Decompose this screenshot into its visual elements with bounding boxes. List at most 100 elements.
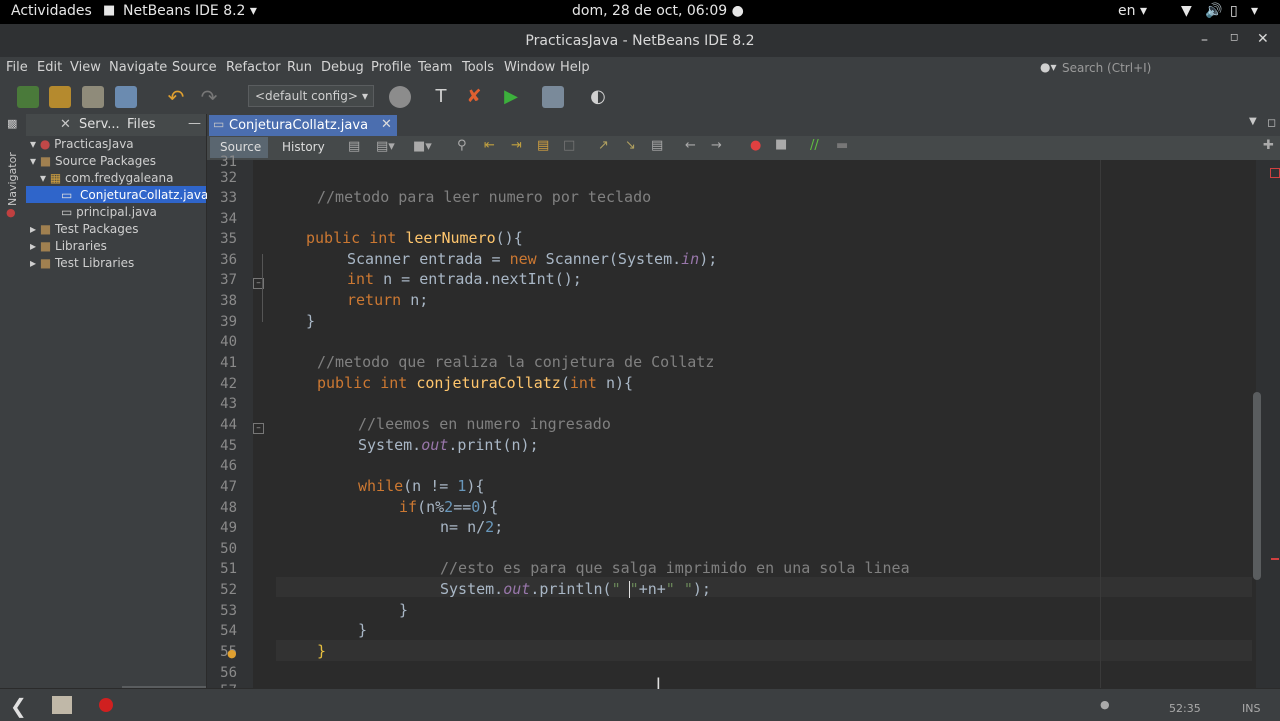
code-line-52[interactable]: System.out.println(" "+n+" ");	[440, 580, 711, 598]
find-next-icon[interactable]: ⇥	[511, 138, 522, 153]
search-input[interactable]: Search (Ctrl+I)	[1062, 61, 1151, 75]
code-line-49[interactable]: n= n/2;	[440, 518, 503, 536]
system-menu-chevron-icon[interactable]: ▾	[1251, 3, 1258, 19]
maximize-icon[interactable]: ◻	[1230, 32, 1238, 43]
code-line-41[interactable]: //metodo que realiza la conjetura de Col…	[317, 353, 714, 371]
app-menu-button[interactable]: NetBeans IDE 8.2 ▾	[123, 3, 257, 19]
next-bookmark-icon[interactable]: ↘	[625, 138, 636, 153]
toggle-rect-selection-icon[interactable]: □	[563, 138, 575, 153]
back-arrow-icon[interactable]: ❮	[10, 694, 27, 718]
restore-window-icon[interactable]: ▩	[7, 117, 17, 130]
activities-button[interactable]: Actividades	[11, 3, 92, 19]
code-line-35[interactable]: public int leerNumero(){	[306, 229, 523, 247]
close-panel-icon[interactable]: ✕	[60, 117, 71, 132]
tree-node-libraries[interactable]: ▸ ■ Libraries	[30, 239, 107, 253]
tree-node-source-packages[interactable]: ▾ ■ Source Packages	[30, 154, 156, 168]
tree-node-project[interactable]: ▾ ● PracticasJava	[30, 137, 134, 151]
volume-icon[interactable]: 🔊	[1205, 3, 1222, 19]
clean-build-icon[interactable]: ✘	[463, 86, 485, 108]
menu-refactor[interactable]: Refactor	[226, 60, 281, 75]
menu-source[interactable]: Source	[172, 60, 217, 75]
save-all-icon[interactable]	[115, 86, 137, 108]
menu-tools[interactable]: Tools	[462, 60, 494, 75]
code-line-53[interactable]: }	[399, 601, 408, 619]
close-window-icon[interactable]: ✕	[1257, 31, 1269, 47]
toggle-highlight-icon[interactable]: ▤	[537, 138, 549, 153]
stop-macro-icon[interactable]: ■	[775, 137, 787, 152]
find-icon[interactable]: ⚲	[457, 138, 467, 153]
menu-team[interactable]: Team	[418, 60, 452, 75]
open-project-icon[interactable]	[82, 86, 104, 108]
vertical-scrollbar[interactable]	[1253, 392, 1261, 580]
recording-icon[interactable]	[99, 698, 113, 712]
code-line-36[interactable]: Scanner entrada = new Scanner(System.in)…	[347, 250, 717, 268]
toggle-bookmark-icon[interactable]: ▤	[651, 138, 663, 153]
shift-left-icon[interactable]: ←	[685, 138, 696, 153]
minimize-panel-icon[interactable]: —	[188, 116, 201, 131]
code-line-47[interactable]: while(n != 1){	[358, 477, 484, 495]
build-hammer-icon[interactable]: T	[430, 86, 452, 108]
wifi-icon[interactable]: ▼	[1181, 3, 1192, 19]
run-icon[interactable]: ▶	[500, 86, 522, 108]
fold-collapse-icon[interactable]: –	[253, 423, 264, 434]
minimize-icon[interactable]: –	[1201, 32, 1208, 48]
code-line-37[interactable]: int n = entrada.nextInt();	[347, 270, 582, 288]
tree-node-test-packages[interactable]: ▸ ■ Test Packages	[30, 222, 138, 236]
notifications-icon[interactable]: ●	[1100, 698, 1110, 711]
hint-bulb-icon[interactable]: ●	[227, 647, 237, 660]
redo-icon[interactable]: ↷	[198, 86, 220, 108]
error-marker[interactable]	[1271, 558, 1279, 560]
menu-run[interactable]: Run	[287, 60, 312, 75]
code-line-55[interactable]: }	[317, 642, 326, 660]
forward-icon[interactable]: ■▾	[413, 139, 432, 154]
history-mode-button[interactable]: History	[282, 140, 325, 154]
editor-tab-active[interactable]: ▭ ConjeturaCollatz.java ✕	[209, 115, 397, 136]
battery-icon[interactable]: ▯	[1230, 3, 1238, 19]
comment-icon[interactable]: //	[810, 138, 819, 153]
services-tab[interactable]: Serv...	[79, 117, 120, 132]
code-line-39[interactable]: }	[306, 312, 315, 330]
code-line-42[interactable]: public int conjeturaCollatz(int n){	[317, 374, 633, 392]
last-edit-icon[interactable]: ▤	[348, 139, 360, 154]
code-line-33[interactable]: //metodo para leer numero por teclado	[317, 188, 651, 206]
menu-window[interactable]: Window	[504, 60, 555, 75]
configuration-select[interactable]: <default config> ▾	[248, 85, 374, 107]
menu-profile[interactable]: Profile	[371, 60, 411, 75]
navigator-tab[interactable]: Navigator	[6, 152, 19, 206]
uncomment-icon[interactable]: ▬	[836, 138, 848, 153]
code-line-44[interactable]: //leemos en numero ingresado	[358, 415, 611, 433]
new-project-icon[interactable]	[49, 86, 71, 108]
split-editor-icon[interactable]: ✚	[1263, 138, 1274, 153]
undo-icon[interactable]: ↶	[165, 86, 187, 108]
tree-node-test-libraries[interactable]: ▸ ■ Test Libraries	[30, 256, 134, 270]
menu-file[interactable]: File	[6, 60, 28, 75]
start-macro-icon[interactable]: ●	[750, 138, 761, 153]
menu-navigate[interactable]: Navigate	[109, 60, 167, 75]
code-line-54[interactable]: }	[358, 621, 367, 639]
menu-help[interactable]: Help	[560, 60, 590, 75]
new-file-icon[interactable]	[17, 86, 39, 108]
code-line-45[interactable]: System.out.print(n);	[358, 436, 539, 454]
tab-list-chevron-icon[interactable]: ▼	[1249, 116, 1257, 127]
close-tab-icon[interactable]: ✕	[381, 117, 392, 132]
code-line-48[interactable]: if(n%2==0){	[399, 498, 498, 516]
tree-node-selected-file[interactable]: ▭ ConjeturaCollatz.java	[26, 186, 208, 203]
code-line-51[interactable]: //esto es para que salga imprimido en un…	[440, 559, 910, 577]
tree-node-package[interactable]: ▾ ▦ com.fredygaleana	[40, 171, 173, 185]
maximize-editor-icon[interactable]: ◻	[1267, 116, 1276, 129]
previous-bookmark-icon[interactable]: ↗	[598, 138, 609, 153]
files-tab[interactable]: Files	[127, 117, 156, 132]
find-previous-icon[interactable]: ⇤	[484, 138, 495, 153]
language-selector[interactable]: en ▾	[1118, 3, 1147, 19]
back-icon[interactable]: ▤▾	[376, 139, 395, 154]
clock[interactable]: dom, 28 de oct, 06:09 ●	[572, 3, 744, 19]
profile-icon[interactable]: ◐	[587, 86, 609, 108]
menu-edit[interactable]: Edit	[37, 60, 62, 75]
files-icon[interactable]	[52, 696, 72, 714]
menu-view[interactable]: View	[70, 60, 101, 75]
globe-icon[interactable]	[389, 86, 411, 108]
menu-debug[interactable]: Debug	[321, 60, 364, 75]
code-line-38[interactable]: return n;	[347, 291, 428, 309]
debug-icon[interactable]	[542, 86, 564, 108]
shift-right-icon[interactable]: →	[711, 138, 722, 153]
